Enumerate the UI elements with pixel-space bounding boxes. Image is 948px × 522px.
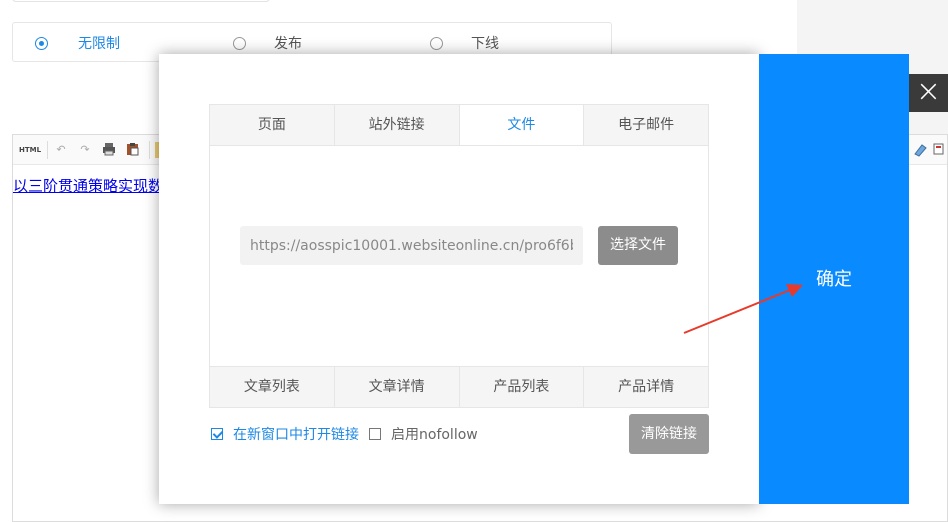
eraser-icon[interactable] [912,142,928,158]
nofollow-checkbox[interactable] [369,428,381,440]
radio-option-offline[interactable]: 下线 [430,34,499,52]
top-input-field[interactable] [12,0,270,2]
editor-content-link[interactable]: 以三阶贯通策略实现数 [13,175,163,196]
close-icon[interactable]: × [909,74,948,112]
link-type-tabs: 页面 站外链接 文件 电子邮件 [209,104,709,146]
file-url-input[interactable] [240,226,583,265]
radio-button[interactable] [430,36,443,50]
radio-label-offline: 下线 [471,36,499,52]
confirm-label: 确定 [816,269,852,290]
radio-label-publish: 发布 [274,36,302,52]
radio-option-publish[interactable]: 发布 [233,34,302,52]
print-icon[interactable] [101,142,117,158]
radio-button[interactable] [233,36,246,50]
redo-icon[interactable]: ↷ [77,142,93,158]
open-new-window-label[interactable]: 在新窗口中打开链接 [233,424,359,444]
open-new-window-checkbox[interactable] [211,428,223,440]
toolbar-divider [47,141,48,159]
tab-product-list[interactable]: 产品列表 [460,367,585,407]
tab-file[interactable]: 文件 [459,105,585,145]
html-source-button[interactable]: HTML [19,142,41,158]
paste-icon[interactable] [125,142,141,158]
tab-article-list[interactable]: 文章列表 [210,367,335,407]
toolbar-divider [149,141,150,159]
confirm-button[interactable]: 确定 [759,54,909,504]
tab-article-detail[interactable]: 文章详情 [335,367,460,407]
radio-label-unlimited: 无限制 [78,36,120,52]
undo-icon[interactable]: ↶ [53,142,69,158]
clear-link-button[interactable]: 清除链接 [629,414,709,454]
radio-option-unlimited[interactable]: 无限制 [35,34,120,52]
tab-product-detail[interactable]: 产品详情 [584,367,708,407]
file-tab-content: 选择文件 [209,145,709,367]
tab-email[interactable]: 电子邮件 [584,105,708,145]
radio-button-checked[interactable] [35,36,48,50]
link-options: 在新窗口中打开链接 启用nofollow [211,424,478,444]
select-file-button[interactable]: 选择文件 [598,226,678,265]
toolbar-icon-partial[interactable] [931,142,947,158]
content-type-tabs: 文章列表 文章详情 产品列表 产品详情 [209,366,709,408]
nofollow-label[interactable]: 启用nofollow [391,424,478,444]
link-dialog: 页面 站外链接 文件 电子邮件 选择文件 文章列表 文章详情 产品列表 产品详情… [159,54,759,504]
tab-external-link[interactable]: 站外链接 [335,105,460,145]
tab-page[interactable]: 页面 [210,105,335,145]
